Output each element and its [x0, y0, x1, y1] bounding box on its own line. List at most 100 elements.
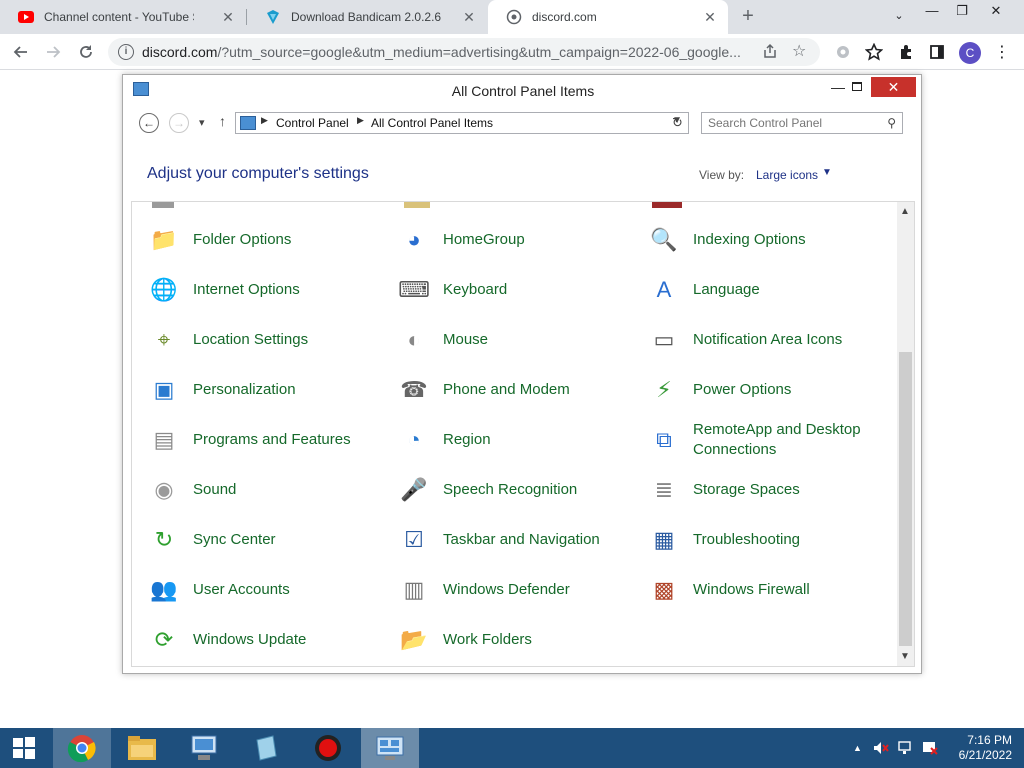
- control-panel-item-label[interactable]: Internet Options: [193, 280, 300, 300]
- refresh-button[interactable]: ↻: [667, 112, 689, 134]
- window-title-bar[interactable]: All Control Panel Items — ✕: [123, 75, 921, 105]
- maximize-button[interactable]: [852, 82, 862, 91]
- control-panel-item[interactable]: ≣ Storage Spaces: [632, 468, 872, 512]
- control-panel-item[interactable]: ▭ Notification Area Icons: [632, 318, 872, 362]
- control-panel-item[interactable]: ⧉ RemoteApp and Desktop Connections: [632, 418, 872, 462]
- taskbar-file-explorer[interactable]: [113, 728, 171, 768]
- caret-down-icon[interactable]: ▼: [822, 167, 832, 178]
- recent-locations-icon[interactable]: ▾: [199, 116, 205, 129]
- control-panel-item[interactable]: 🔍 Indexing Options: [632, 218, 872, 262]
- scrollbar-thumb[interactable]: [899, 352, 912, 646]
- control-panel-item[interactable]: ▩ Windows Firewall: [632, 568, 872, 612]
- control-panel-item-label[interactable]: Region: [443, 430, 491, 450]
- tab-discord[interactable]: discord.com ✕: [488, 0, 728, 34]
- control-panel-item-label[interactable]: Location Settings: [193, 330, 308, 350]
- control-panel-item-label[interactable]: Windows Firewall: [693, 580, 810, 600]
- system-clock[interactable]: 7:16 PM 6/21/2022: [948, 733, 1012, 763]
- control-panel-item-label[interactable]: Power Options: [693, 380, 791, 400]
- control-panel-item[interactable]: ⌖ Location Settings: [132, 318, 372, 362]
- show-hidden-icons-chevron-icon[interactable]: ▲: [853, 743, 862, 753]
- breadcrumb-all-items[interactable]: All Control Panel Items: [371, 116, 493, 130]
- control-panel-item-label[interactable]: Language: [693, 280, 760, 300]
- taskbar-notepad[interactable]: [237, 728, 295, 768]
- scroll-up-icon[interactable]: ▲: [900, 206, 910, 217]
- control-panel-item-label[interactable]: Taskbar and Navigation: [443, 530, 600, 550]
- control-panel-item-label[interactable]: User Accounts: [193, 580, 290, 600]
- close-icon[interactable]: ✕: [220, 9, 236, 25]
- start-button[interactable]: [0, 728, 48, 768]
- control-panel-item[interactable]: ⟳ Windows Update: [132, 618, 372, 662]
- control-panel-item-label[interactable]: Storage Spaces: [693, 480, 800, 500]
- close-icon[interactable]: ✕: [986, 3, 1006, 19]
- taskbar-remote-desktop[interactable]: [175, 728, 233, 768]
- star-icon[interactable]: [863, 41, 885, 63]
- tab-youtube-studio[interactable]: Channel content - YouTube Studio ✕: [0, 0, 246, 34]
- control-panel-item[interactable]: A Language: [632, 268, 872, 312]
- chevron-right-icon[interactable]: ▶: [261, 115, 268, 126]
- control-panel-item-label[interactable]: Sync Center: [193, 530, 276, 550]
- control-panel-item[interactable]: ☑ Taskbar and Navigation: [382, 518, 622, 562]
- tab-search-icon[interactable]: ⌄: [889, 9, 909, 22]
- extension-disabled-icon[interactable]: [832, 41, 854, 63]
- control-panel-item[interactable]: 📂 Work Folders: [382, 618, 622, 662]
- close-icon[interactable]: ✕: [461, 9, 477, 25]
- tab-bandicam[interactable]: Download Bandicam 2.0.2.655 for ✕: [247, 0, 487, 34]
- bookmark-star-icon[interactable]: ☆: [792, 41, 806, 61]
- new-tab-button[interactable]: +: [738, 5, 758, 28]
- restore-icon[interactable]: ❐: [952, 3, 972, 19]
- control-panel-item-label[interactable]: Personalization: [193, 380, 296, 400]
- forward-button[interactable]: →: [169, 113, 189, 133]
- minimize-icon[interactable]: —: [922, 3, 942, 18]
- control-panel-item[interactable]: 🌐 Internet Options: [132, 268, 372, 312]
- search-icon[interactable]: ⚲: [887, 116, 896, 130]
- address-bar[interactable]: i discord.com/?utm_source=google&utm_med…: [108, 38, 820, 66]
- extensions-puzzle-icon[interactable]: [895, 41, 917, 63]
- search-box[interactable]: ⚲: [701, 112, 903, 134]
- control-panel-item-label[interactable]: RemoteApp and Desktop Connections: [693, 420, 872, 460]
- control-panel-item[interactable]: ⚡ Power Options: [632, 368, 872, 412]
- view-by-dropdown[interactable]: Large icons: [756, 168, 818, 182]
- control-panel-item[interactable]: ◐ Mouse: [382, 318, 622, 362]
- profile-avatar[interactable]: C: [959, 42, 981, 64]
- close-button[interactable]: ✕: [871, 77, 916, 97]
- minimize-button[interactable]: —: [829, 79, 847, 95]
- control-panel-item[interactable]: ☎ Phone and Modem: [382, 368, 622, 412]
- network-icon[interactable]: [898, 740, 914, 759]
- share-icon[interactable]: [762, 43, 778, 62]
- control-panel-item[interactable]: ▥ Windows Defender: [382, 568, 622, 612]
- control-panel-item[interactable]: ⌨ Keyboard: [382, 268, 622, 312]
- control-panel-item-label[interactable]: Work Folders: [443, 630, 532, 650]
- control-panel-item[interactable]: ◔ Region: [382, 418, 622, 462]
- control-panel-item-label[interactable]: Windows Update: [193, 630, 306, 650]
- vertical-scrollbar[interactable]: ▲ ▼: [897, 202, 914, 666]
- control-panel-item-label[interactable]: Phone and Modem: [443, 380, 570, 400]
- search-input[interactable]: [708, 115, 878, 131]
- scroll-down-icon[interactable]: ▼: [900, 651, 910, 662]
- control-panel-item-label[interactable]: Programs and Features: [193, 430, 351, 450]
- back-arrow-icon[interactable]: [10, 41, 32, 63]
- taskbar-bandicam[interactable]: [299, 728, 357, 768]
- control-panel-item[interactable]: 🎤 Speech Recognition: [382, 468, 622, 512]
- breadcrumb-control-panel[interactable]: Control Panel: [276, 116, 349, 130]
- url-text[interactable]: discord.com/?utm_source=google&utm_mediu…: [142, 44, 762, 60]
- control-panel-item[interactable]: ▦ Troubleshooting: [632, 518, 872, 562]
- control-panel-item-label[interactable]: Troubleshooting: [693, 530, 800, 550]
- control-panel-item-label[interactable]: Windows Defender: [443, 580, 570, 600]
- action-center-icon[interactable]: [922, 740, 938, 759]
- control-panel-item[interactable]: ▣ Personalization: [132, 368, 372, 412]
- control-panel-item-label[interactable]: Folder Options: [193, 230, 291, 250]
- control-panel-item[interactable]: ↻ Sync Center: [132, 518, 372, 562]
- address-breadcrumb[interactable]: ▶ Control Panel ▶ All Control Panel Item…: [235, 112, 689, 134]
- control-panel-item-label[interactable]: Mouse: [443, 330, 488, 350]
- site-info-icon[interactable]: i: [118, 44, 134, 60]
- control-panel-item-label[interactable]: Speech Recognition: [443, 480, 577, 500]
- control-panel-item-label[interactable]: HomeGroup: [443, 230, 525, 250]
- close-icon[interactable]: ✕: [702, 9, 718, 25]
- up-arrow-icon[interactable]: ↑: [219, 113, 226, 129]
- volume-muted-icon[interactable]: [873, 740, 889, 759]
- control-panel-item-label[interactable]: Indexing Options: [693, 230, 806, 250]
- control-panel-item-label[interactable]: Keyboard: [443, 280, 507, 300]
- side-panel-icon[interactable]: [926, 41, 948, 63]
- taskbar-chrome[interactable]: [53, 728, 111, 768]
- back-button[interactable]: ←: [139, 113, 159, 133]
